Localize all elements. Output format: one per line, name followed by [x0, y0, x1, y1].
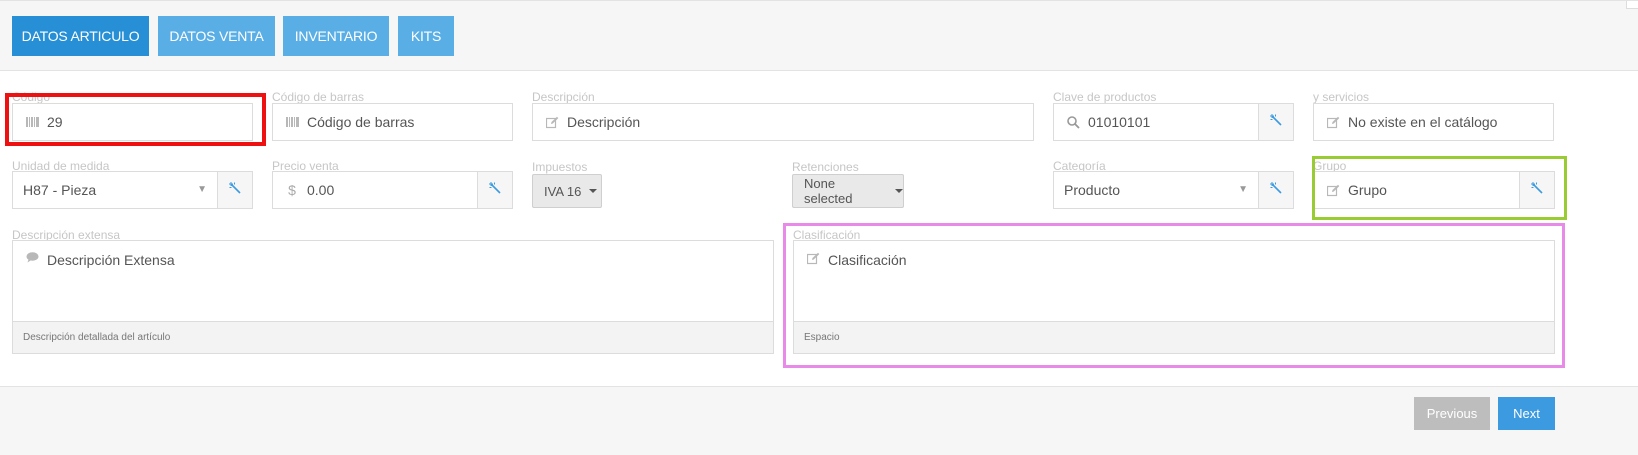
tab-kits[interactable]: KITS [398, 16, 454, 56]
magic-wand-icon [489, 181, 501, 199]
clasificacion-placeholder: Clasificación [828, 252, 907, 268]
precio-value: 0.00 [307, 182, 335, 198]
clave-productos-field[interactable]: 01010101 [1053, 103, 1259, 141]
categoria-select[interactable]: Producto ▼ [1053, 171, 1259, 209]
magic-wand-icon [1531, 181, 1543, 199]
clasificacion-help: Espacio [794, 321, 1554, 353]
edit-icon [1326, 184, 1340, 197]
precio-field[interactable]: $ 0.00 [272, 171, 478, 209]
codigo-label: Código [12, 90, 51, 104]
dollar-icon: $ [288, 182, 296, 198]
servicios-field[interactable]: No existe en el catálogo [1313, 103, 1554, 141]
tab-inventario[interactable]: INVENTARIO [283, 16, 389, 56]
descripcion-placeholder: Descripción [567, 114, 641, 130]
caret-down-icon: ▼ [1238, 184, 1248, 195]
caret-down-icon: ▼ [197, 184, 207, 195]
impuestos-label: Impuestos [532, 160, 588, 174]
grupo-field[interactable]: Grupo [1313, 171, 1520, 209]
tab-datos-venta[interactable]: DATOS VENTA [158, 16, 275, 56]
clave-productos-wand-button[interactable] [1258, 103, 1294, 141]
unidad-wand-button[interactable] [217, 171, 253, 209]
codigo-barras-placeholder: Código de barras [307, 114, 415, 130]
wizard-footer: Previous Next [0, 386, 1638, 455]
desc-extensa-textarea[interactable]: Descripción Extensa Descripción detallad… [12, 240, 774, 354]
corner-mark [1626, 1, 1638, 9]
codigo-field[interactable]: 29 [12, 103, 253, 141]
edit-icon [1326, 116, 1340, 129]
edit-icon [545, 116, 559, 129]
categoria-value: Producto [1064, 182, 1121, 198]
clasificacion-textarea[interactable]: Clasificación Espacio [793, 240, 1555, 354]
edit-icon [806, 252, 820, 265]
next-button[interactable]: Next [1498, 397, 1555, 430]
retenciones-dropdown[interactable]: None selected [792, 174, 904, 208]
barcode-icon [25, 117, 39, 127]
comment-icon [25, 252, 39, 263]
desc-extensa-placeholder: Descripción Extensa [47, 252, 175, 268]
descripcion-label: Descripción [532, 90, 595, 104]
unidad-value: H87 - Pieza [23, 182, 97, 198]
magic-wand-icon [1270, 181, 1282, 199]
magic-wand-icon [1270, 113, 1282, 131]
caret-down-icon [895, 189, 903, 193]
tab-bar: DATOS ARTICULO DATOS VENTA INVENTARIO KI… [0, 0, 1638, 71]
caret-down-icon [589, 189, 598, 193]
magic-wand-icon [229, 181, 241, 199]
codigo-barras-field[interactable]: Código de barras [272, 103, 513, 141]
servicios-value: No existe en el catálogo [1348, 114, 1498, 130]
impuestos-dropdown[interactable]: IVA 16 [532, 174, 602, 208]
servicios-label: y servicios [1313, 90, 1370, 104]
clave-productos-label: Clave de productos [1053, 90, 1157, 104]
retenciones-value: None selected [804, 176, 853, 206]
clave-productos-value: 01010101 [1088, 114, 1151, 130]
retenciones-label: Retenciones [792, 160, 859, 174]
categoria-wand-button[interactable] [1258, 171, 1294, 209]
codigo-value: 29 [47, 114, 63, 130]
barcode-icon [285, 117, 299, 127]
tab-datos-articulo[interactable]: DATOS ARTICULO [12, 16, 149, 56]
desc-extensa-help: Descripción detallada del artículo [13, 321, 773, 353]
impuestos-value: IVA 16 [544, 183, 582, 199]
previous-button[interactable]: Previous [1414, 397, 1490, 430]
unidad-select[interactable]: H87 - Pieza ▼ [12, 171, 218, 209]
codigo-barras-label: Código de barras [272, 90, 365, 104]
descripcion-field[interactable]: Descripción [532, 103, 1034, 141]
grupo-wand-button[interactable] [1519, 171, 1555, 209]
precio-wand-button[interactable] [477, 171, 513, 209]
search-icon [1066, 115, 1080, 129]
grupo-placeholder: Grupo [1348, 182, 1387, 198]
